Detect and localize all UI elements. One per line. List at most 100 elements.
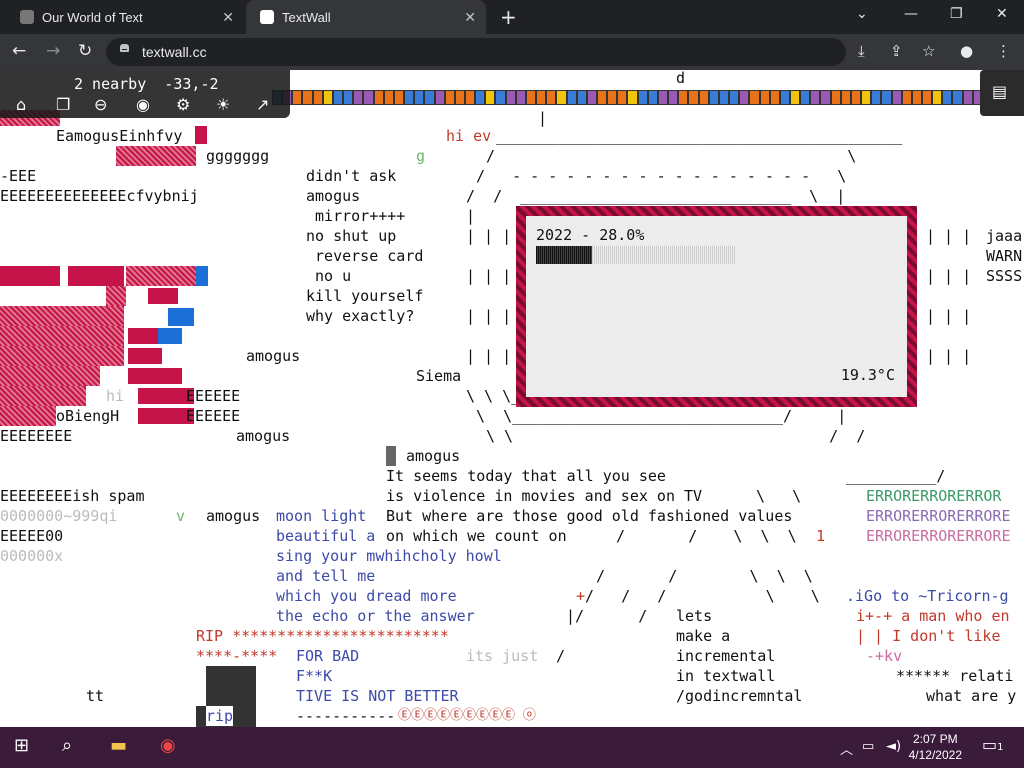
- strip-cell: [363, 90, 374, 105]
- gear-icon[interactable]: ⚙: [176, 95, 190, 114]
- strip-cell: [566, 90, 577, 105]
- strip-cell: [627, 90, 638, 105]
- wall-text: its just: [466, 647, 539, 665]
- wall-text: EEEEE00: [0, 527, 64, 545]
- strip-cell: [353, 90, 364, 105]
- wall-text: -+kv: [866, 647, 903, 665]
- address-bar[interactable]: textwall.cc: [106, 38, 846, 66]
- back-icon[interactable]: ←: [12, 41, 26, 61]
- wall-text: ****** relati: [896, 667, 1014, 685]
- pixel-art-block: [206, 666, 256, 706]
- strip-cell: [810, 90, 821, 105]
- strip-cell: [312, 90, 323, 105]
- wall-text: EEEEEE: [186, 407, 241, 425]
- tab-search-icon[interactable]: ⌄: [856, 6, 868, 22]
- strip-cell: [861, 90, 872, 105]
- strip-cell: [942, 90, 953, 105]
- notifications-icon[interactable]: ▭1: [982, 735, 1008, 759]
- home-icon[interactable]: ⌂: [16, 95, 26, 114]
- bookmark-star-icon[interactable]: ☆: [922, 42, 935, 60]
- pixel-art-block: [158, 328, 182, 344]
- tab-textwall[interactable]: TextWall ✕: [246, 0, 486, 34]
- strip-cell: [393, 90, 405, 105]
- wall-text: ERRORERRORERRORE: [866, 507, 1011, 525]
- wall-text: no u: [306, 267, 352, 285]
- ascii-frame: | | |: [926, 307, 972, 325]
- wall-text: g: [416, 147, 426, 165]
- lock-icon: [120, 44, 129, 52]
- chat-button[interactable]: ▤: [980, 70, 1024, 116]
- wall-text: d: [676, 70, 686, 87]
- wall-text: amogus: [246, 347, 301, 365]
- share-icon[interactable]: ⇪: [890, 42, 903, 60]
- strip-cell: [820, 90, 831, 105]
- new-tab-icon[interactable]: +: [500, 5, 517, 29]
- wall-text: TIVE IS NOT BETTER: [296, 687, 459, 705]
- wall-text: beautiful a: [276, 527, 376, 545]
- forward-icon[interactable]: →: [46, 41, 60, 61]
- menu-kebab-icon[interactable]: ⋮: [996, 42, 1011, 60]
- tab-our-world-of-text[interactable]: Our World of Text ✕: [6, 0, 244, 34]
- pixel-art-block: [106, 286, 126, 306]
- wall-text: is violence in movies and sex on TV: [386, 487, 703, 505]
- owot-favicon-icon: [20, 10, 34, 24]
- palette-icon[interactable]: ◉: [136, 95, 150, 114]
- wall-text: incremental: [676, 647, 776, 665]
- tab-label: TextWall: [282, 9, 331, 25]
- strip-cell: [607, 90, 618, 105]
- temperature-label: 19.3°C: [840, 366, 895, 384]
- pixel-art-block: [0, 366, 100, 386]
- ascii-frame: / / \ \ \: [616, 527, 797, 545]
- wall-text: ________________________________________…: [496, 127, 903, 145]
- strip-cell: [464, 90, 476, 105]
- chrome-icon[interactable]: ◉: [160, 735, 176, 756]
- strip-cell: [850, 90, 862, 105]
- brightness-icon[interactable]: ☀: [216, 95, 230, 114]
- wall-text: amogus: [236, 427, 291, 445]
- wall-text: i+-+ a man who en: [856, 607, 1010, 625]
- ascii-frame: | | |: [926, 267, 972, 285]
- close-icon[interactable]: ✕: [222, 9, 234, 26]
- volume-icon[interactable]: ◄): [886, 739, 901, 754]
- tray-chevron-icon[interactable]: ︿: [840, 739, 853, 758]
- strip-cell: [495, 90, 506, 105]
- ascii-frame: / - - - - - - - - - - - - - - - - - \: [476, 167, 847, 185]
- link-icon[interactable]: ⊖: [94, 95, 107, 114]
- wall-text: ERRORERRORERRORE: [866, 527, 1011, 545]
- wall-text: amogus: [206, 507, 261, 525]
- file-explorer-icon[interactable]: ▬: [110, 735, 127, 756]
- restore-icon[interactable]: ❐: [950, 6, 963, 22]
- textwall-canvas[interactable]: EamogusEinhfvy ggggggg -EEE EEEEEEEEEEEE…: [0, 70, 1024, 727]
- pixel-art-block: [148, 288, 178, 304]
- minimize-icon[interactable]: —: [904, 6, 918, 22]
- wall-text: amogus: [306, 187, 361, 205]
- wall-text: | | I don't like: [856, 627, 1001, 645]
- ascii-frame: \ \ / /: [486, 427, 866, 445]
- year-progress-fill: [536, 246, 592, 264]
- expand-icon[interactable]: ↗: [256, 95, 269, 114]
- close-icon[interactable]: ✕: [464, 9, 476, 26]
- wall-text: mirror++++: [306, 207, 406, 225]
- pixel-art-block: [0, 386, 86, 406]
- wall-text: EamogusEinhfvy: [56, 127, 183, 145]
- windows-start-icon[interactable]: ⊞: [14, 735, 29, 756]
- system-clock[interactable]: 2:07 PM 4/12/2022: [909, 731, 962, 763]
- strip-cell: [932, 90, 943, 105]
- ascii-frame: / \: [486, 147, 857, 165]
- reload-icon[interactable]: ↻: [78, 41, 92, 61]
- notification-count: 1: [997, 742, 1004, 753]
- strip-cell: [637, 90, 648, 105]
- strip-cell: [708, 90, 719, 105]
- copy-icon[interactable]: ❐: [56, 95, 70, 114]
- close-window-icon[interactable]: ✕: [996, 6, 1008, 22]
- wall-text: hi: [106, 387, 134, 405]
- strip-cell: [952, 90, 963, 105]
- wall-text: moon light: [276, 507, 367, 525]
- network-icon[interactable]: ▭: [862, 739, 874, 754]
- profile-icon[interactable]: ●: [960, 42, 973, 60]
- install-icon[interactable]: ⤓: [858, 42, 865, 60]
- search-icon[interactable]: ⌕: [62, 735, 72, 756]
- wall-text: and tell me: [276, 567, 376, 585]
- wall-text: amogus: [406, 447, 461, 465]
- strip-cell: [871, 90, 882, 105]
